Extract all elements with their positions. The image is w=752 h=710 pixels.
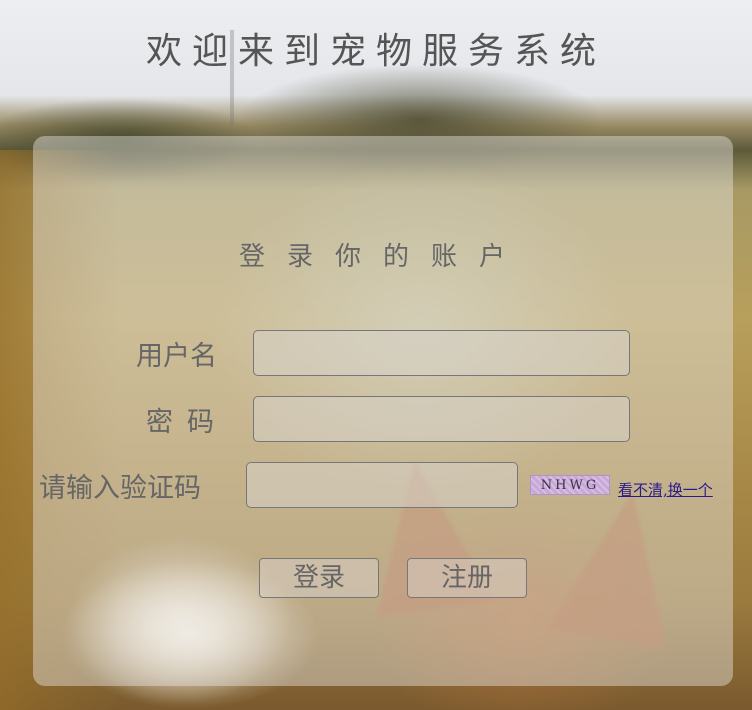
login-panel: 登录你的账户 用户名 密码 请输入验证码 NHWG 看不清,换一个 登录 注册 xyxy=(33,136,733,686)
captcha-image[interactable]: NHWG xyxy=(530,475,610,495)
password-label: 密码 xyxy=(146,407,228,438)
login-button[interactable]: 登录 xyxy=(259,558,379,598)
username-label: 用户名 xyxy=(136,341,217,372)
page-title: 欢迎来到宠物服务系统 xyxy=(145,31,606,72)
captcha-input[interactable] xyxy=(246,462,518,508)
username-input[interactable] xyxy=(253,330,630,376)
password-input[interactable] xyxy=(253,396,630,442)
register-button[interactable]: 注册 xyxy=(407,558,527,598)
login-panel-title: 登录你的账户 xyxy=(238,242,527,272)
captcha-refresh-link[interactable]: 看不清,换一个 xyxy=(618,479,713,500)
captcha-label: 请输入验证码 xyxy=(39,473,201,504)
